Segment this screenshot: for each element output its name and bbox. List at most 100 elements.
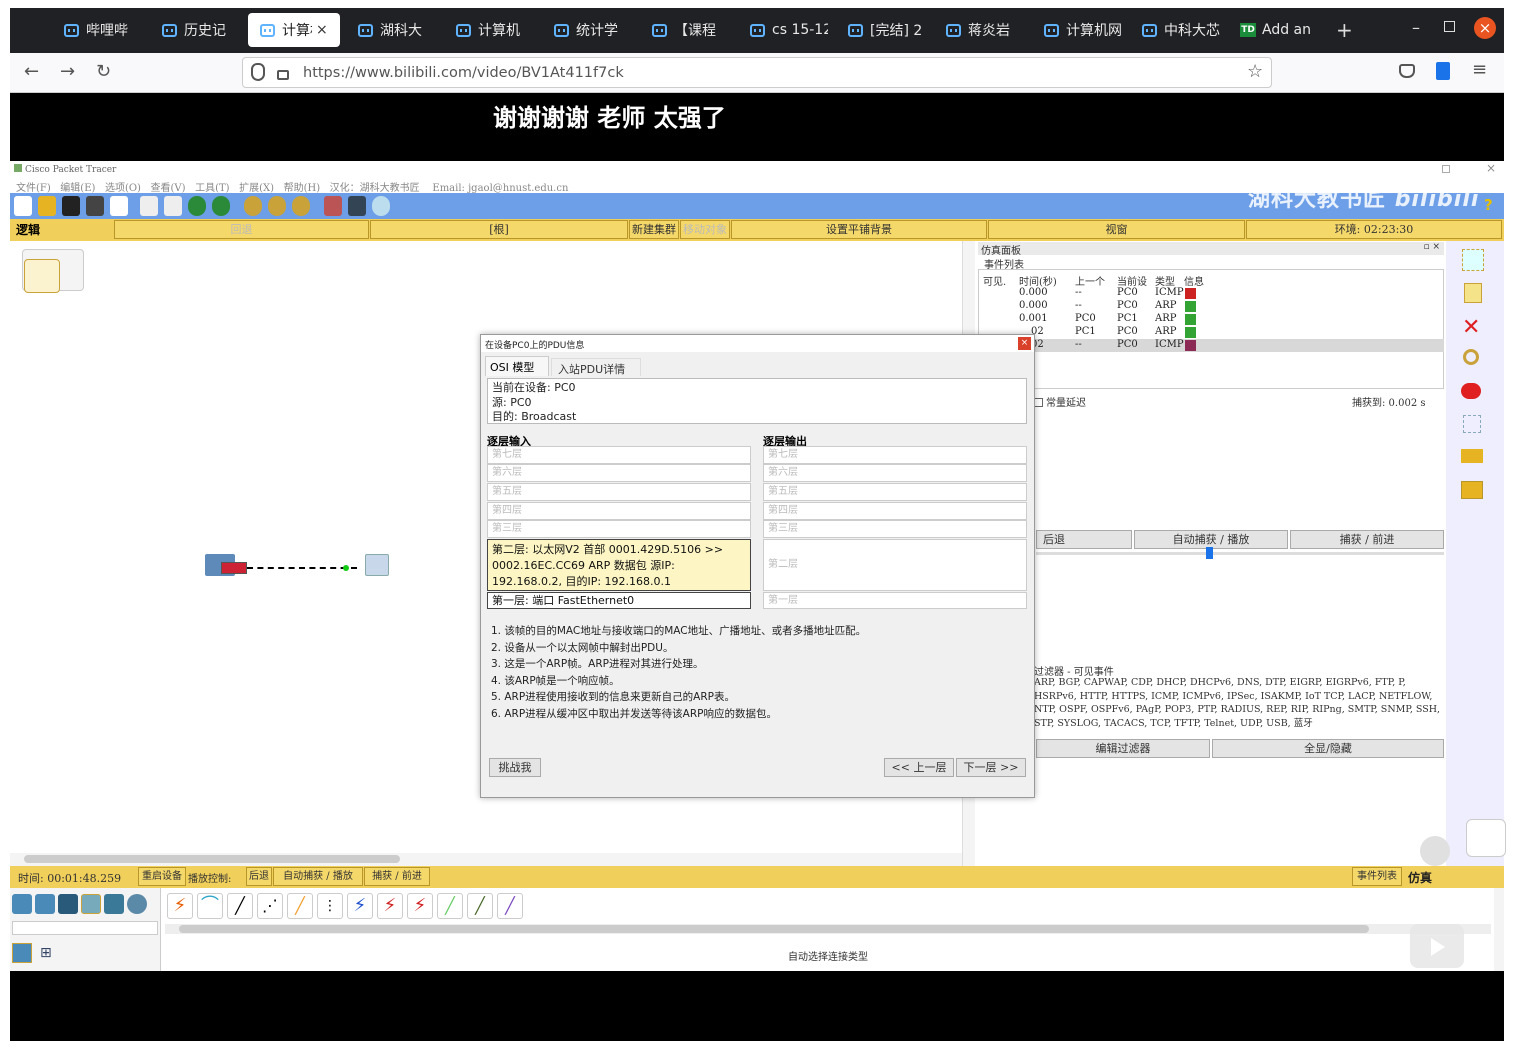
extension-icon[interactable] [1436,62,1450,80]
reload-icon[interactable]: ↻ [96,61,111,82]
hub-category-icon[interactable] [58,894,78,914]
out-layer-3[interactable]: 第三层 [763,520,1027,538]
sim-back-button[interactable]: 后退 [1036,530,1132,549]
network-info-icon[interactable] [372,196,390,216]
new-cluster-button[interactable]: 新建集群 [629,220,679,239]
event-color-square[interactable] [1185,340,1196,351]
address-bar[interactable]: https://www.bilibili.com/video/BV1At411f… [242,57,1272,88]
back-arrow-icon[interactable]: ← [24,61,39,82]
palette-icon[interactable] [324,196,342,216]
console-cable-icon[interactable]: ⌒ [197,893,223,919]
in-layer-5[interactable]: 第五层 [487,483,751,501]
maximize-icon[interactable] [1444,21,1455,32]
coaxial-icon[interactable]: ⚡ [347,893,373,919]
in-layer-7[interactable]: 第七层 [487,446,751,464]
event-row[interactable]: 02 PC1 PC0 ARP [979,326,1444,339]
usb-cable-icon[interactable]: ╱ [497,893,523,919]
slider-handle[interactable] [1206,547,1213,559]
lightning-connection-icon[interactable] [12,943,32,963]
palette-scrollbar-thumb[interactable] [179,925,1369,933]
pdu-envelope-icon[interactable] [221,562,247,574]
phone-cable-icon[interactable]: ⋮ [317,893,343,919]
save-icon[interactable] [62,196,80,216]
realtime-mode-icon[interactable] [1466,819,1506,857]
paste-icon[interactable] [164,196,182,216]
crossover-icon[interactable]: ⋰ [257,893,283,919]
connections-category-icon[interactable] [81,894,101,914]
forward-arrow-icon[interactable]: → [60,61,75,82]
tab-inbound-pdu[interactable]: 入站PDU详情 [551,358,641,376]
straight-through-icon[interactable]: ╱ [227,893,253,919]
fiber-icon[interactable]: ╱ [287,893,313,919]
in-layer-3[interactable]: 第三层 [487,520,751,538]
back-button[interactable]: 回退 [114,220,369,239]
checkbox-icon[interactable] [1034,398,1043,407]
next-layer-button[interactable]: 下一层 >> [956,758,1026,777]
viewport-button[interactable]: 视窗 [988,220,1245,239]
event-color-square[interactable] [1185,314,1196,325]
open-folder-icon[interactable] [38,196,56,216]
set-background-button[interactable]: 设置平铺背景 [731,220,987,239]
pc1-icon[interactable] [365,554,389,576]
undo-icon[interactable] [188,196,206,216]
event-row[interactable]: 0.000 -- PC0 ICMP [979,287,1444,300]
note-tool-icon[interactable] [1464,283,1482,303]
new-file-icon[interactable] [14,196,32,216]
show-hide-button[interactable]: 全显/隐藏 [1212,739,1444,758]
in-layer-1[interactable]: 第一层: 端口 FastEthernet0 [487,592,751,609]
event-list-table[interactable]: 可见. 时间(秒) 上一个 当前设 类型 信息 0.000 -- PC0 ICMP 0… [978,269,1444,389]
activity-wizard-icon[interactable] [110,196,128,216]
window-close-icon[interactable]: × [1474,17,1496,39]
challenge-me-button[interactable]: 挑战我 [489,758,541,777]
pt-maximize-icon[interactable] [1442,165,1450,173]
pocket-icon[interactable] [1399,64,1415,78]
zoom-in-icon[interactable] [244,196,262,216]
out-layer-4[interactable]: 第四层 [763,502,1027,520]
pt-close-icon[interactable]: × [1486,161,1496,175]
event-color-square[interactable] [1185,327,1196,338]
previous-layer-button[interactable]: << 上一层 [884,758,954,777]
in-layer-2-selected[interactable]: 第二层: 以太网V2 首部 0001.429D.5106 >> 0002.16E… [487,539,751,591]
tab-course[interactable]: 【课程 [640,13,732,47]
simulation-mode-label[interactable]: 仿真 [1408,869,1432,886]
edit-filter-button[interactable]: 编辑过滤器 [1036,739,1210,758]
close-tab-icon[interactable]: × [316,22,328,38]
draw-ellipse-icon[interactable] [1461,383,1481,399]
out-layer-7[interactable]: 第七层 [763,446,1027,464]
iot-cable-icon[interactable]: ╱ [467,893,493,919]
panel-close-icon[interactable]: ▫ × [1423,242,1440,252]
event-row[interactable]: 0.001 PC0 PC1 ARP [979,313,1444,326]
event-row[interactable]: 0.000 -- PC0 ARP [979,300,1444,313]
event-color-square[interactable] [1185,288,1196,299]
tab-ustc[interactable]: 中科大芯 [1130,13,1222,47]
out-layer-2[interactable]: 第二层 [763,539,1027,591]
new-tab-icon[interactable]: + [1336,18,1353,42]
move-object-button[interactable]: 移动对象 [680,220,730,239]
sim-mode-icon[interactable] [1420,836,1450,866]
resize-tool-icon[interactable] [1463,415,1481,433]
tab-add-an[interactable]: TD Add an [1228,13,1320,47]
restart-devices-button[interactable]: 重启设备 [138,867,186,886]
minimize-icon[interactable]: – [1412,18,1420,37]
out-layer-6[interactable]: 第六层 [763,464,1027,482]
print-icon[interactable] [86,196,104,216]
zoom-reset-icon[interactable] [268,196,286,216]
tab-osi-model[interactable]: OSI 模型 [485,356,549,376]
tab-network[interactable]: 计算机网 [444,13,536,47]
dialog-close-icon[interactable]: × [1018,337,1031,350]
tab-stats[interactable]: 统计学习 [542,13,634,47]
delete-tool-icon[interactable]: ✕ [1462,315,1480,340]
complex-pdu-icon[interactable] [1461,481,1483,499]
out-layer-1[interactable]: 第一层 [763,592,1027,609]
bottom-forward-button[interactable]: 捕获 / 前进 [364,867,430,886]
cloud-category-icon[interactable] [127,894,147,914]
inspect-tool-icon[interactable] [1463,349,1479,365]
play-speed-slider[interactable] [1036,547,1444,559]
tab-active-computer[interactable]: 计算机× [248,13,340,47]
bottom-auto-play-button[interactable]: 自动捕获 / 播放 [273,867,363,886]
out-layer-5[interactable]: 第五层 [763,483,1027,501]
tab-history[interactable]: 历史记录 [150,13,242,47]
copy-icon[interactable] [140,196,158,216]
event-list-toggle[interactable]: 事件列表 [1352,867,1402,886]
event-row-selected[interactable]: 02 -- PC0 ICMP [979,339,1444,352]
